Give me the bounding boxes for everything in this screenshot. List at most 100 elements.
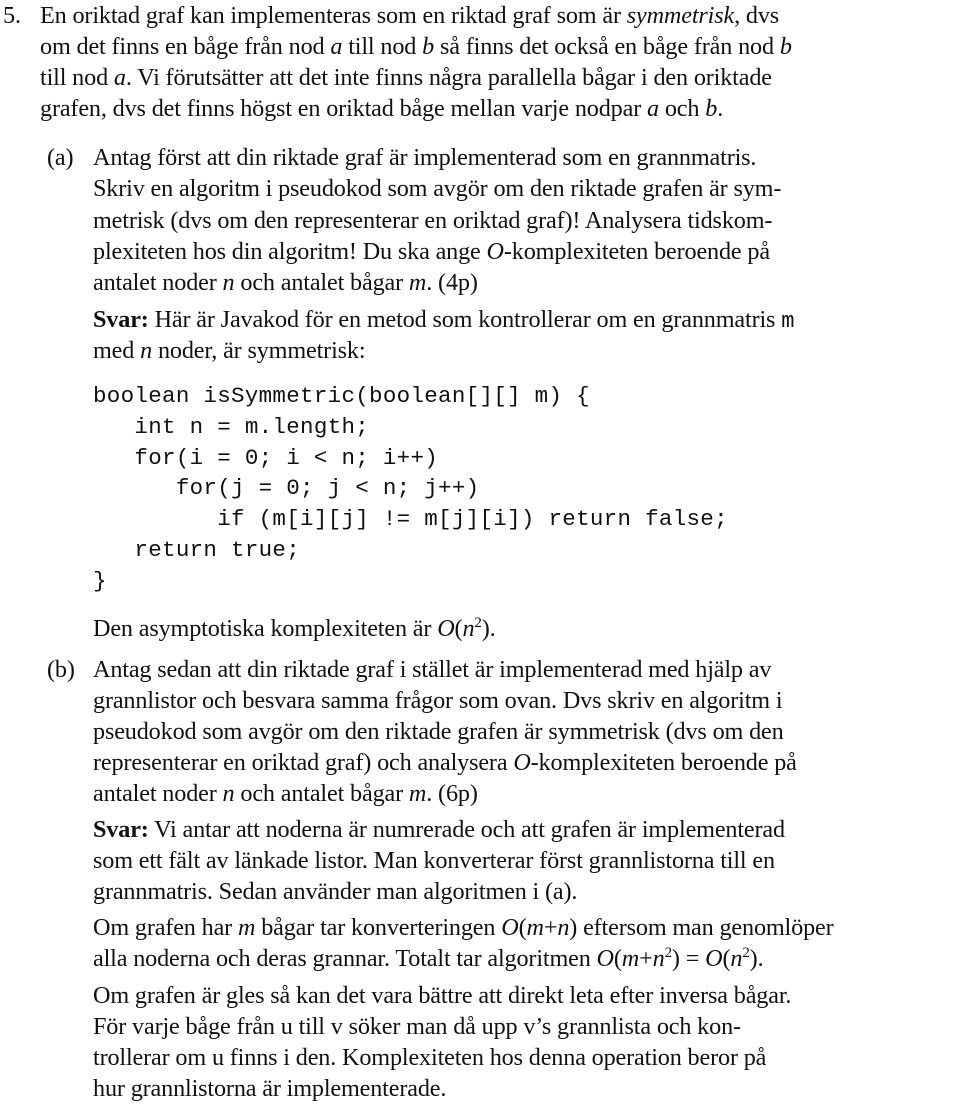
question-line: representerar en oriktad graf) och analy… (93, 748, 797, 778)
code-line: } (93, 568, 107, 594)
answer-line: som ett fält av länkade listor. Man konv… (93, 846, 775, 876)
text-run: grafen, dvs det finns högst en oriktad b… (40, 95, 647, 122)
answer-label: Svar: (93, 816, 149, 843)
text-run: Vi antar att noderna är numrerade och at… (148, 816, 785, 843)
superscript: 2 (474, 615, 482, 631)
text-run: . (4p) (426, 269, 478, 296)
math-symbol: n (462, 615, 475, 642)
math-symbol: O (596, 945, 614, 972)
code-line: for(i = 0; i < n; i++) (93, 445, 439, 471)
answer-label: Svar: (93, 306, 149, 333)
text-run: -komplexiteten beroende på (503, 238, 770, 265)
part-a-label: (a) (47, 144, 74, 171)
text-run: . (717, 95, 724, 122)
math-symbol: O (486, 238, 504, 265)
text-run: grannmatris. Sedan använder man algoritm… (93, 878, 578, 905)
code-identifier: m (781, 309, 795, 334)
question-line: pseudokod som avgör om den riktade grafe… (93, 717, 784, 747)
text-run: och antalet bågar (234, 780, 409, 807)
math-symbol: m (237, 914, 256, 941)
text-run: En oriktad graf kan implementeras som en… (40, 2, 627, 29)
math-symbol: n (222, 780, 235, 807)
text-run: Om grafen är gles så kan det vara bättre… (93, 982, 792, 1009)
question-line: Antag sedan att din riktade graf i ställ… (93, 655, 771, 685)
complexity-line: Den asymptotiska komplexiteten är O(n2). (93, 614, 496, 644)
text-run: -komplexiteten beroende på (530, 749, 797, 776)
question-line: plexiteten hos din algoritm! Du ska ange… (93, 237, 770, 267)
answer-line: Svar: Vi antar att noderna är numrerade … (93, 815, 785, 845)
text-run: pseudokod som avgör om den riktade grafe… (93, 718, 784, 745)
text-run: + (543, 914, 558, 941)
text-run: och (658, 95, 706, 122)
math-symbol: m (408, 269, 427, 296)
superscript: 2 (664, 945, 673, 961)
text-run: till nod (342, 33, 423, 60)
text-run: och antalet bågar (234, 269, 409, 296)
sparse-line: För varje båge från u till v söker man d… (93, 1012, 741, 1042)
text-run: Den asymptotiska komplexiteten är (93, 615, 438, 642)
intro-line: En oriktad graf kan implementeras som en… (40, 1, 779, 31)
text-run: Antag först att din riktade graf är impl… (93, 144, 757, 171)
code-line: for(j = 0; j < n; j++) (93, 475, 480, 501)
text-run: om det finns en båge från nod (40, 33, 331, 60)
conversion-line: alla noderna och deras grannar. Totalt t… (93, 944, 764, 974)
answer-line: med n noder, är symmetrisk: (93, 336, 366, 366)
math-symbol: n (730, 945, 743, 972)
superscript: 2 (742, 945, 750, 961)
text-run: ). (749, 945, 764, 972)
text-run: ) eftersom man genomlöper (569, 914, 834, 941)
text-run: bågar tar konverteringen (255, 914, 502, 941)
math-symbol: b (422, 33, 435, 60)
text-run: ). (481, 615, 496, 642)
text-run: som ett fält av länkade listor. Man konv… (93, 847, 775, 874)
question-line: metrisk (dvs om den representerar en ori… (93, 206, 772, 236)
question-line: Antag först att din riktade graf är impl… (93, 143, 756, 173)
text-run: noder, är symmetrisk: (152, 337, 366, 364)
math-symbol: a (330, 33, 343, 60)
text-run: ( (613, 945, 622, 972)
sparse-line: Om grafen är gles så kan det vara bättre… (93, 981, 791, 1011)
math-symbol: O (513, 749, 531, 776)
text-run: För varje båge från u till v söker man d… (93, 1013, 741, 1040)
text-run: Skriv en algoritm i pseudokod som avgör … (93, 175, 782, 202)
text-run: ) = (671, 945, 706, 972)
sparse-line: trollerar om u finns i den. Komplexitete… (93, 1043, 766, 1073)
text-run: representerar en oriktad graf) och analy… (93, 749, 514, 776)
intro-line: till nod a. Vi förutsätter att det inte … (40, 63, 772, 93)
question-line: Skriv en algoritm i pseudokod som avgör … (93, 174, 781, 204)
math-symbol: n (222, 269, 235, 296)
intro-line: grafen, dvs det finns högst en oriktad b… (40, 94, 723, 124)
math-symbol: a (647, 95, 659, 122)
text-run: , dvs (734, 2, 780, 29)
math-symbol: O (501, 914, 519, 941)
answer-line: grannmatris. Sedan använder man algoritm… (93, 877, 577, 907)
text-run: med (93, 337, 141, 364)
code-line: if (m[i][j] != m[j][i]) return false; (93, 506, 728, 532)
text-run: . (6p) (426, 780, 478, 807)
sparse-line: hur grannlistorna är implementerade. (93, 1074, 446, 1104)
question-line: antalet noder n och antalet bågar m. (6p… (93, 779, 478, 809)
text-run: Antag sedan att din riktade graf i ställ… (93, 656, 772, 683)
text-run: antalet noder (93, 780, 223, 807)
math-symbol: O (437, 615, 455, 642)
text-run: alla noderna och deras grannar. Totalt t… (93, 945, 597, 972)
code-line: int n = m.length; (93, 414, 370, 440)
text-run: + (639, 945, 653, 972)
intro-line: om det finns en båge från nod a till nod… (40, 32, 792, 62)
math-symbol: a (113, 64, 126, 91)
text-run: Om grafen har (93, 914, 238, 941)
math-symbol: m (408, 780, 427, 807)
part-b-label: (b) (47, 656, 75, 683)
answer-line: Svar: Här är Javakod för en metod som ko… (93, 305, 794, 335)
math-symbol: O (705, 945, 723, 972)
text-run: metrisk (dvs om den representerar en ori… (93, 207, 773, 234)
math-symbol: b (705, 95, 718, 122)
math-symbol: n (140, 337, 153, 364)
text-run: antalet noder (93, 269, 223, 296)
math-symbol: symmetrisk (626, 2, 735, 29)
math-symbol: m (621, 945, 640, 972)
code-line: return true; (93, 537, 301, 563)
problem-number: 5. (3, 2, 21, 29)
math-symbol: n (557, 914, 570, 941)
text-run: hur grannlistorna är implementerade. (93, 1075, 447, 1102)
